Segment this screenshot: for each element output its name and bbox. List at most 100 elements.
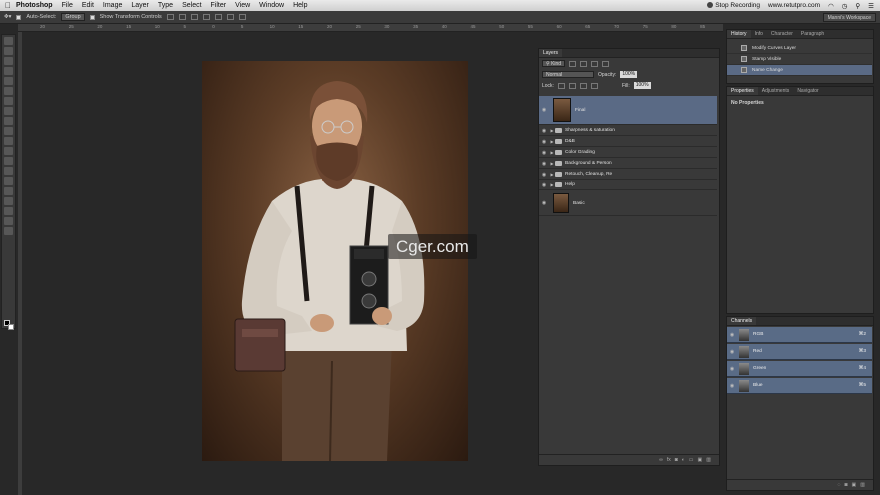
gradient-tool-icon[interactable] [4, 147, 13, 155]
move-tool-icon[interactable] [4, 37, 13, 45]
menu-window[interactable]: Window [259, 2, 284, 9]
eyedropper-tool-icon[interactable] [4, 87, 13, 95]
tab-layers[interactable]: Layers [539, 49, 563, 57]
pen-tool-icon[interactable] [4, 177, 13, 185]
lock-paint-icon[interactable] [568, 82, 576, 89]
wifi-icon[interactable]: ◠ [828, 2, 834, 10]
hand-tool-icon[interactable] [4, 217, 13, 225]
document-canvas[interactable] [202, 61, 468, 461]
history-item[interactable]: Stamp Visible [727, 54, 872, 65]
mask-icon[interactable]: ◙ [675, 457, 678, 463]
adjustment-icon[interactable]: ◐ [682, 457, 685, 463]
layer-group-db[interactable]: ◉ ▶ D&B [539, 137, 717, 147]
channel-row-red[interactable]: ◉ Red ⌘3 [727, 344, 872, 360]
load-selection-icon[interactable]: ◌ [838, 482, 841, 488]
path-select-tool-icon[interactable] [4, 197, 13, 205]
tab-properties[interactable]: Properties [727, 87, 758, 95]
apple-icon[interactable]:  [0, 1, 16, 10]
fx-button[interactable]: fx [667, 457, 671, 463]
distribute-icon[interactable] [238, 14, 246, 20]
brush-tool-icon[interactable] [4, 107, 13, 115]
lasso-tool-icon[interactable] [4, 57, 13, 65]
channel-row-green[interactable]: ◉ Green ⌘4 [727, 361, 872, 377]
eraser-tool-icon[interactable] [4, 137, 13, 145]
visibility-eye-icon[interactable]: ◉ [539, 182, 549, 188]
new-channel-icon[interactable]: ▣ [852, 482, 857, 488]
trash-icon[interactable]: ▥ [860, 482, 865, 488]
tab-paragraph[interactable]: Paragraph [797, 30, 828, 38]
filter-pixel-icon[interactable] [569, 60, 577, 67]
app-menu[interactable]: Photoshop [16, 2, 53, 9]
history-item-selected[interactable]: Name Change [727, 65, 872, 76]
stop-recording[interactable]: Stop Recording [707, 2, 760, 9]
channel-row-rgb[interactable]: ◉ RGB ⌘2 [727, 327, 872, 343]
search-icon[interactable]: ⚲ [855, 2, 860, 10]
layer-row-basic[interactable]: ◉ Basic [539, 191, 717, 216]
move-tool-icon[interactable]: ✥▾ [4, 14, 11, 20]
menu-layer[interactable]: Layer [131, 2, 149, 9]
new-group-icon[interactable]: ▭ [689, 457, 694, 463]
layer-group-sharpness[interactable]: ◉ ▶ Sharpness & saturation [539, 126, 717, 136]
lock-move-icon[interactable] [579, 82, 587, 89]
history-brush-tool-icon[interactable] [4, 127, 13, 135]
menu-help[interactable]: Help [293, 2, 307, 9]
visibility-eye-icon[interactable]: ◉ [539, 172, 549, 178]
lock-all-icon[interactable] [590, 82, 598, 89]
menu-view[interactable]: View [235, 2, 250, 9]
align-left-icon[interactable] [202, 14, 210, 20]
tab-history[interactable]: History [727, 30, 751, 38]
save-selection-icon[interactable]: ◙ [845, 482, 848, 488]
menu-filter[interactable]: Filter [211, 2, 227, 9]
stamp-tool-icon[interactable] [4, 117, 13, 125]
auto-select-checkbox[interactable] [16, 14, 22, 20]
group-dropdown[interactable]: Group [61, 13, 85, 21]
crop-tool-icon[interactable] [4, 77, 13, 85]
visibility-eye-icon[interactable]: ◉ [539, 128, 549, 134]
visibility-eye-icon[interactable]: ◉ [539, 107, 549, 113]
list-icon[interactable]: ☰ [868, 2, 874, 10]
layer-row-final[interactable]: ◉ Final [539, 96, 717, 125]
link-layers-icon[interactable]: ∞ [659, 457, 663, 463]
menu-type[interactable]: Type [158, 2, 173, 9]
lock-pixels-icon[interactable] [557, 82, 565, 89]
tab-character[interactable]: Character [767, 30, 797, 38]
tab-adjustments[interactable]: Adjustments [758, 87, 794, 95]
zoom-tool-icon[interactable] [4, 227, 13, 235]
filter-adjust-icon[interactable] [580, 60, 588, 67]
new-layer-icon[interactable]: ▣ [698, 457, 703, 463]
filter-shape-icon[interactable] [602, 60, 610, 67]
visibility-eye-icon[interactable]: ◉ [727, 332, 737, 338]
transform-checkbox[interactable] [89, 14, 95, 20]
blend-mode-dropdown[interactable]: Normal [542, 71, 594, 78]
background-color-swatch[interactable] [8, 324, 14, 330]
clock-icon[interactable]: ◷ [842, 2, 848, 10]
quick-select-tool-icon[interactable] [4, 67, 13, 75]
visibility-eye-icon[interactable]: ◉ [539, 139, 549, 145]
marquee-tool-icon[interactable] [4, 47, 13, 55]
filter-type-icon[interactable] [591, 60, 599, 67]
align-top-icon[interactable] [166, 14, 174, 20]
fill-field[interactable]: 100% [633, 82, 651, 89]
align-bottom-icon[interactable] [190, 14, 198, 20]
layer-group-help[interactable]: ◉ ▶ Help [539, 180, 717, 190]
menu-select[interactable]: Select [182, 2, 201, 9]
menu-edit[interactable]: Edit [82, 2, 94, 9]
align-middle-icon[interactable] [178, 14, 186, 20]
tab-channels[interactable]: Channels [727, 317, 757, 325]
visibility-eye-icon[interactable]: ◉ [727, 349, 737, 355]
tab-navigator[interactable]: Navigator [793, 87, 822, 95]
layer-group-color-grading[interactable]: ◉ ▶ Color Grading [539, 148, 717, 158]
visibility-eye-icon[interactable]: ◉ [539, 200, 549, 206]
shape-tool-icon[interactable] [4, 207, 13, 215]
workspace-dropdown[interactable]: Manni's Workspace [822, 13, 876, 22]
align-right-icon[interactable] [226, 14, 234, 20]
channel-row-blue[interactable]: ◉ Blue ⌘5 [727, 378, 872, 394]
align-center-icon[interactable] [214, 14, 222, 20]
menu-file[interactable]: File [62, 2, 73, 9]
blur-tool-icon[interactable] [4, 157, 13, 165]
visibility-eye-icon[interactable]: ◉ [727, 383, 737, 389]
opacity-field[interactable]: 100% [620, 71, 638, 78]
trash-icon[interactable]: ▥ [706, 457, 711, 463]
type-tool-icon[interactable] [4, 187, 13, 195]
dodge-tool-icon[interactable] [4, 167, 13, 175]
